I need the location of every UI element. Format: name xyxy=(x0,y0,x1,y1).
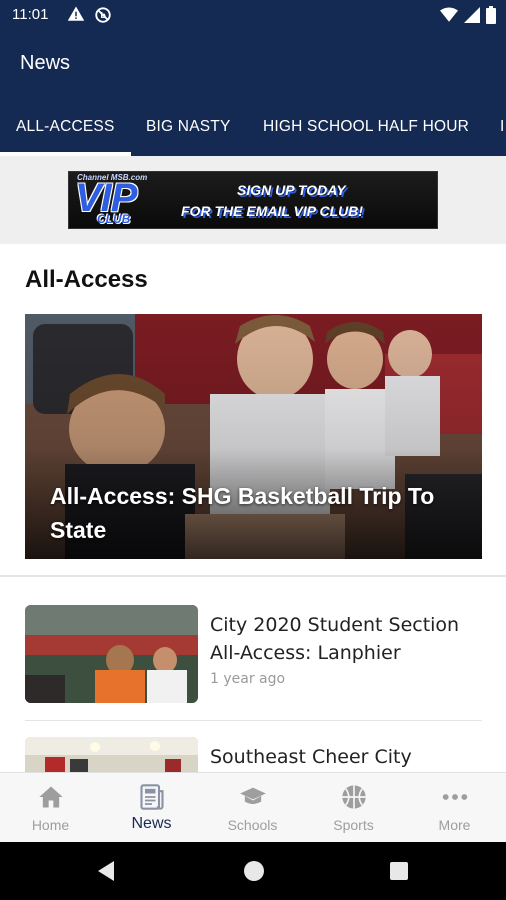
status-time: 11:01 xyxy=(12,6,49,23)
status-bar: 11:01 b xyxy=(0,0,506,30)
nav-news[interactable]: News xyxy=(101,773,202,843)
basketball-icon xyxy=(341,785,366,809)
system-navigation-bar xyxy=(0,842,506,900)
home-button[interactable] xyxy=(244,861,264,881)
tab-high-school-half-hour[interactable]: HIGH SCHOOL HALF HOUR xyxy=(263,118,469,136)
banner-line1: SIGN UP TODAY xyxy=(237,182,346,198)
tab-bar: ALL-ACCESS BIG NASTY HIGH SCHOOL HALF HO… xyxy=(0,100,506,156)
app-bar: News xyxy=(0,30,506,100)
article-timestamp: 1 year ago xyxy=(210,671,286,687)
nav-label: News xyxy=(131,815,172,832)
tab-all-access[interactable]: ALL-ACCESS xyxy=(16,118,114,136)
hero-article[interactable]: All-Access: SHG Basketball Trip To State xyxy=(25,314,482,559)
nav-schools[interactable]: Schools xyxy=(202,773,303,843)
wifi-icon xyxy=(440,7,458,22)
tab-next-partial[interactable]: I xyxy=(500,118,505,136)
section-title: All-Access xyxy=(25,266,148,293)
nav-sports[interactable]: Sports xyxy=(303,773,404,843)
graduation-cap-icon xyxy=(239,787,266,804)
back-icon[interactable] xyxy=(96,860,116,882)
nav-label: Home xyxy=(31,817,70,833)
divider xyxy=(25,720,482,721)
home-icon xyxy=(38,786,63,808)
nav-more[interactable]: More xyxy=(404,773,505,843)
recent-apps-button[interactable] xyxy=(390,862,408,880)
nav-home[interactable]: Home xyxy=(0,773,101,843)
nav-label: Sports xyxy=(333,817,374,833)
hero-title: All-Access: SHG Basketball Trip To State xyxy=(50,483,435,543)
article-title: City 2020 Student Section All-Access: La… xyxy=(210,614,460,664)
battery-icon xyxy=(486,6,496,24)
tab-big-nasty[interactable]: BIG NASTY xyxy=(146,118,230,136)
page-title: News xyxy=(20,52,71,74)
banner-area: Channel MSB.com VIP CLUB SIGN UP TODAY F… xyxy=(0,156,506,244)
nav-label: More xyxy=(438,817,471,833)
warning-icon xyxy=(67,6,85,21)
news-icon xyxy=(139,784,164,810)
status-icons xyxy=(440,6,496,24)
vip-club-banner[interactable]: Channel MSB.com VIP CLUB SIGN UP TODAY F… xyxy=(68,171,438,229)
signal-icon xyxy=(464,7,480,23)
bottom-navigation: Home News Schools Sports More xyxy=(0,772,506,842)
banner-line2: FOR THE EMAIL VIP CLUB! xyxy=(181,203,363,219)
do-not-disturb-icon: b xyxy=(95,7,111,23)
nav-label: Schools xyxy=(227,817,278,833)
banner-club: CLUB xyxy=(97,212,131,226)
more-icon xyxy=(442,794,467,800)
list-item[interactable]: City 2020 Student Section All-Access: La… xyxy=(25,605,482,705)
article-thumbnail xyxy=(25,605,198,703)
divider xyxy=(0,575,506,577)
svg-text:b: b xyxy=(100,11,106,20)
